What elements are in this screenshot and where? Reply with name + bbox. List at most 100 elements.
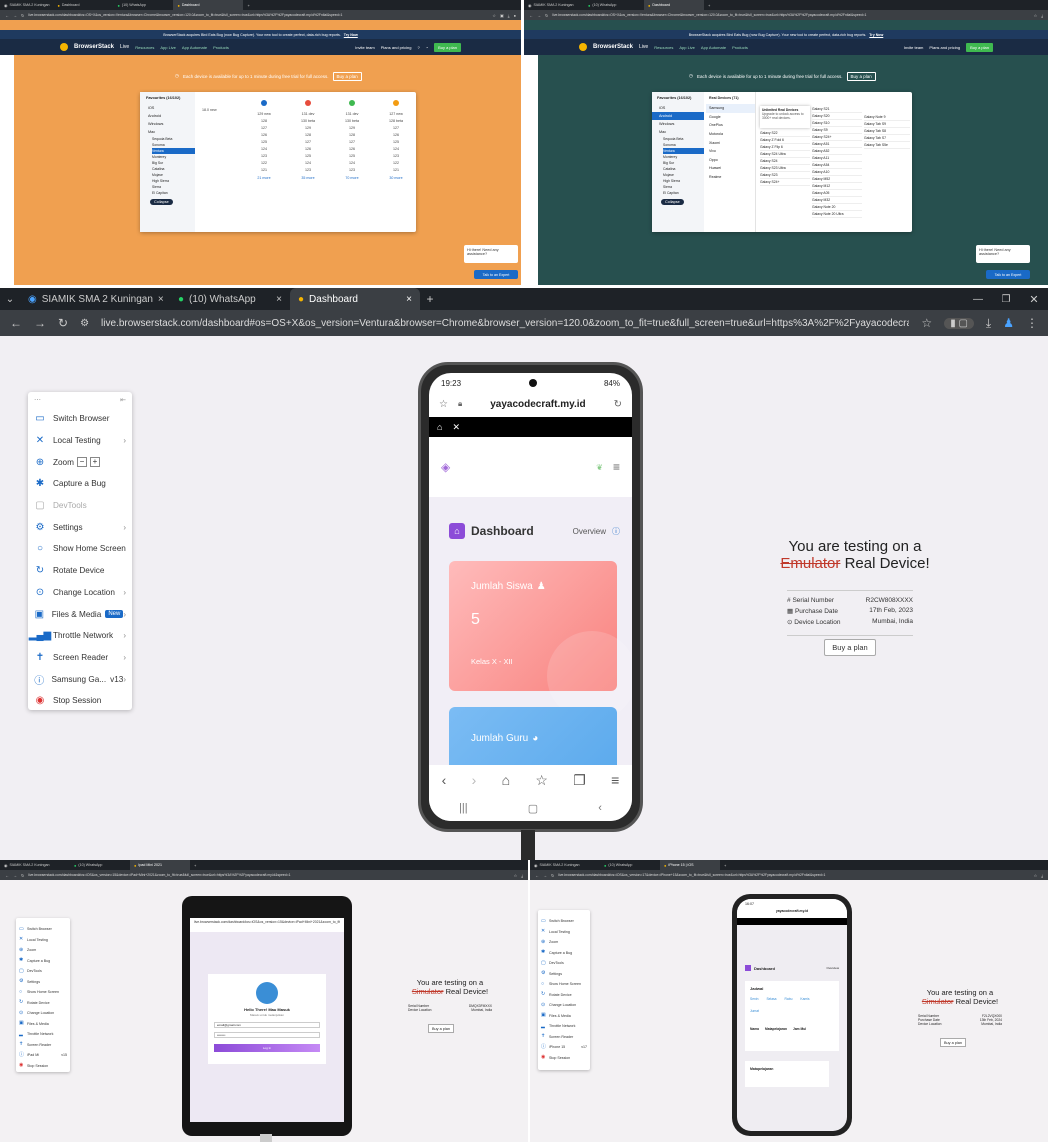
home-star-icon[interactable]: ☆ (439, 399, 448, 410)
tab-siamik[interactable]: ◉ SIAMIK SMA 2 Kuningan (0, 0, 53, 10)
buy-plan-button[interactable]: Buy a plan (966, 42, 993, 52)
version-cell[interactable]: 124 (288, 159, 328, 166)
back-icon[interactable]: ← (535, 873, 539, 878)
menu-item[interactable]: ▣ Files & Media (16, 1019, 70, 1030)
notice-buy-button[interactable]: Buy a plan (332, 71, 362, 81)
device-item[interactable]: Galaxy S24+ (812, 134, 862, 141)
star-icon[interactable]: ☆ (1034, 873, 1038, 878)
version-cell[interactable]: 18.0 new (202, 106, 238, 114)
mobile-back-icon[interactable]: ‹ (442, 772, 447, 788)
tab-search-icon[interactable]: ⌄ (0, 294, 20, 305)
version-cell[interactable]: 127 (288, 138, 328, 145)
version-cell[interactable]: 130 beta (332, 117, 372, 124)
new-tab-icon[interactable]: + (194, 863, 196, 868)
nav-resources[interactable]: Resources (135, 45, 154, 50)
brand-item[interactable]: Samsung (706, 104, 755, 113)
menu-item[interactable]: ⊙ Change Location (538, 1000, 590, 1011)
mobile-forward-icon[interactable]: › (472, 772, 477, 788)
notice-buy-button[interactable]: Buy a plan (846, 71, 876, 81)
login-button[interactable]: Log In (214, 1044, 320, 1052)
version-cell[interactable]: 123 (376, 152, 416, 159)
version-cell[interactable]: 129 (332, 124, 372, 131)
device-item[interactable]: Galaxy M12 (812, 183, 862, 190)
menu-change-location[interactable]: ⊙ Change Location › (28, 582, 132, 604)
pricing-link[interactable]: Plans and pricing (381, 45, 412, 50)
back-icon[interactable]: ← (5, 13, 9, 18)
device-item[interactable]: Galaxy A10 (812, 169, 862, 176)
device-item[interactable]: Galaxy S21 (812, 106, 862, 113)
device-item[interactable]: Galaxy A11 (812, 155, 862, 162)
download-icon[interactable]: ⤓ (986, 316, 991, 331)
version-cell[interactable]: 125 (288, 152, 328, 159)
tab-whatsapp[interactable]: ● (10) WhatsApp (70, 860, 130, 870)
url-field[interactable]: live.browserstack.com/dashboard#os=iOS&o… (28, 873, 509, 877)
day-rabu[interactable]: Rabu (785, 997, 793, 1001)
day-kamis[interactable]: Kamis (800, 997, 809, 1001)
mobile-tabs-icon[interactable]: ❐ (573, 772, 586, 789)
nav-app-automate[interactable]: App Automate (701, 45, 726, 50)
buy-plan-button[interactable]: Buy a plan (940, 1038, 966, 1047)
back-icon[interactable]: ← (529, 13, 533, 18)
brand-item[interactable]: Motorola (706, 130, 755, 139)
menu-item[interactable]: ⓘ iPad Mi v15 (16, 1050, 70, 1061)
close-tab-icon[interactable]: × (158, 294, 164, 305)
menu-item[interactable]: ○ Show Home Screen (538, 979, 590, 990)
os-ios[interactable]: iOS (140, 104, 195, 112)
brand-item[interactable]: Vivo (706, 147, 755, 156)
version-cell[interactable]: 126 (244, 131, 284, 138)
device-item[interactable]: Galaxy S23 (760, 172, 810, 179)
profile-icon[interactable]: ● (514, 13, 516, 18)
zoom-out-button[interactable]: − (76, 457, 87, 468)
day-jumat[interactable]: Jumat (750, 1009, 759, 1013)
device-item[interactable]: Galaxy A52 (812, 148, 862, 155)
profile-icon[interactable]: ♟ (1003, 316, 1014, 330)
mac-version-item[interactable]: El Capitan (663, 190, 704, 196)
menu-item[interactable]: ⚙ Settings (16, 977, 70, 988)
brand-item[interactable]: Google (706, 113, 755, 122)
menu-switch-browser[interactable]: ▭ Switch Browser (28, 408, 132, 430)
device-item[interactable]: Galaxy A05 (812, 190, 862, 197)
collapse-menu-icon[interactable]: ⇤ (120, 396, 126, 404)
device-item[interactable]: Galaxy Z Flip 6 (760, 144, 810, 151)
os-mac[interactable]: Mac (652, 128, 704, 136)
version-cell[interactable]: 127 (376, 124, 416, 131)
menu-item[interactable]: ✱ Capture a Bug (16, 956, 70, 967)
menu-show-home[interactable]: ○ Show Home Screen (28, 538, 132, 560)
nav-app-live[interactable]: App Live (160, 45, 176, 50)
nav-products[interactable]: Products (213, 45, 229, 50)
ipad-screen[interactable]: live.browserstack.com/dashboard#os=iOS&o… (190, 918, 344, 1122)
day-selasa[interactable]: Selasa (766, 997, 776, 1001)
extensions-icon[interactable]: ▣ (500, 13, 504, 18)
password-field[interactable]: •••••••• (214, 1032, 320, 1038)
nav-app-live[interactable]: App Live (679, 45, 695, 50)
menu-item[interactable]: ◉ Stop Session (16, 1061, 70, 1072)
version-cell[interactable]: 122 (244, 159, 284, 166)
device-item[interactable]: Galaxy Note 20 (812, 204, 862, 211)
star-icon[interactable]: ☆ (492, 13, 496, 18)
close-tab-icon[interactable]: × (276, 294, 282, 305)
nav-resources[interactable]: Resources (654, 45, 673, 50)
version-cell[interactable]: 128 (244, 117, 284, 124)
version-cell[interactable]: 129 (288, 124, 328, 131)
collapse-button[interactable]: Collapse (150, 199, 173, 205)
menu-throttle[interactable]: ▂▄▆ Throttle Network › (28, 625, 132, 647)
tab-device-active[interactable]: ● iPhone 15 | iOS (660, 860, 720, 870)
menu-screen-reader[interactable]: ✝ Screen Reader › (28, 647, 132, 669)
menu-item[interactable]: ▭ Switch Browser (16, 924, 70, 935)
close-icon[interactable]: ✕ (452, 422, 460, 433)
device-screen[interactable]: 19:23 84% ☆ 🔒︎ yayacodecraft.my.id ↻ ⌂ ✕ … (429, 373, 632, 821)
menu-settings[interactable]: ⚙ Settings › (28, 516, 132, 538)
close-window-icon[interactable]: ✕ (1020, 293, 1048, 306)
url-field[interactable]: live.browserstack.com/dashboard#os=iOS&o… (558, 873, 1029, 877)
forward-icon[interactable]: → (543, 873, 547, 878)
menu-item[interactable]: ✕ Local Testing (16, 935, 70, 946)
back-icon[interactable]: ← (5, 873, 9, 878)
device-item[interactable]: Galaxy M32 (812, 197, 862, 204)
version-cell[interactable]: 126 (376, 131, 416, 138)
menu-item[interactable]: ▢ DevTools (16, 966, 70, 977)
version-cell[interactable]: 121 (244, 166, 284, 173)
version-cell[interactable]: 129 new (244, 110, 284, 117)
favourites-header[interactable]: Favourites (16/102) (652, 92, 704, 104)
invite-team-link[interactable]: Invite team (355, 45, 375, 50)
version-cell[interactable]: 123 (288, 166, 328, 173)
